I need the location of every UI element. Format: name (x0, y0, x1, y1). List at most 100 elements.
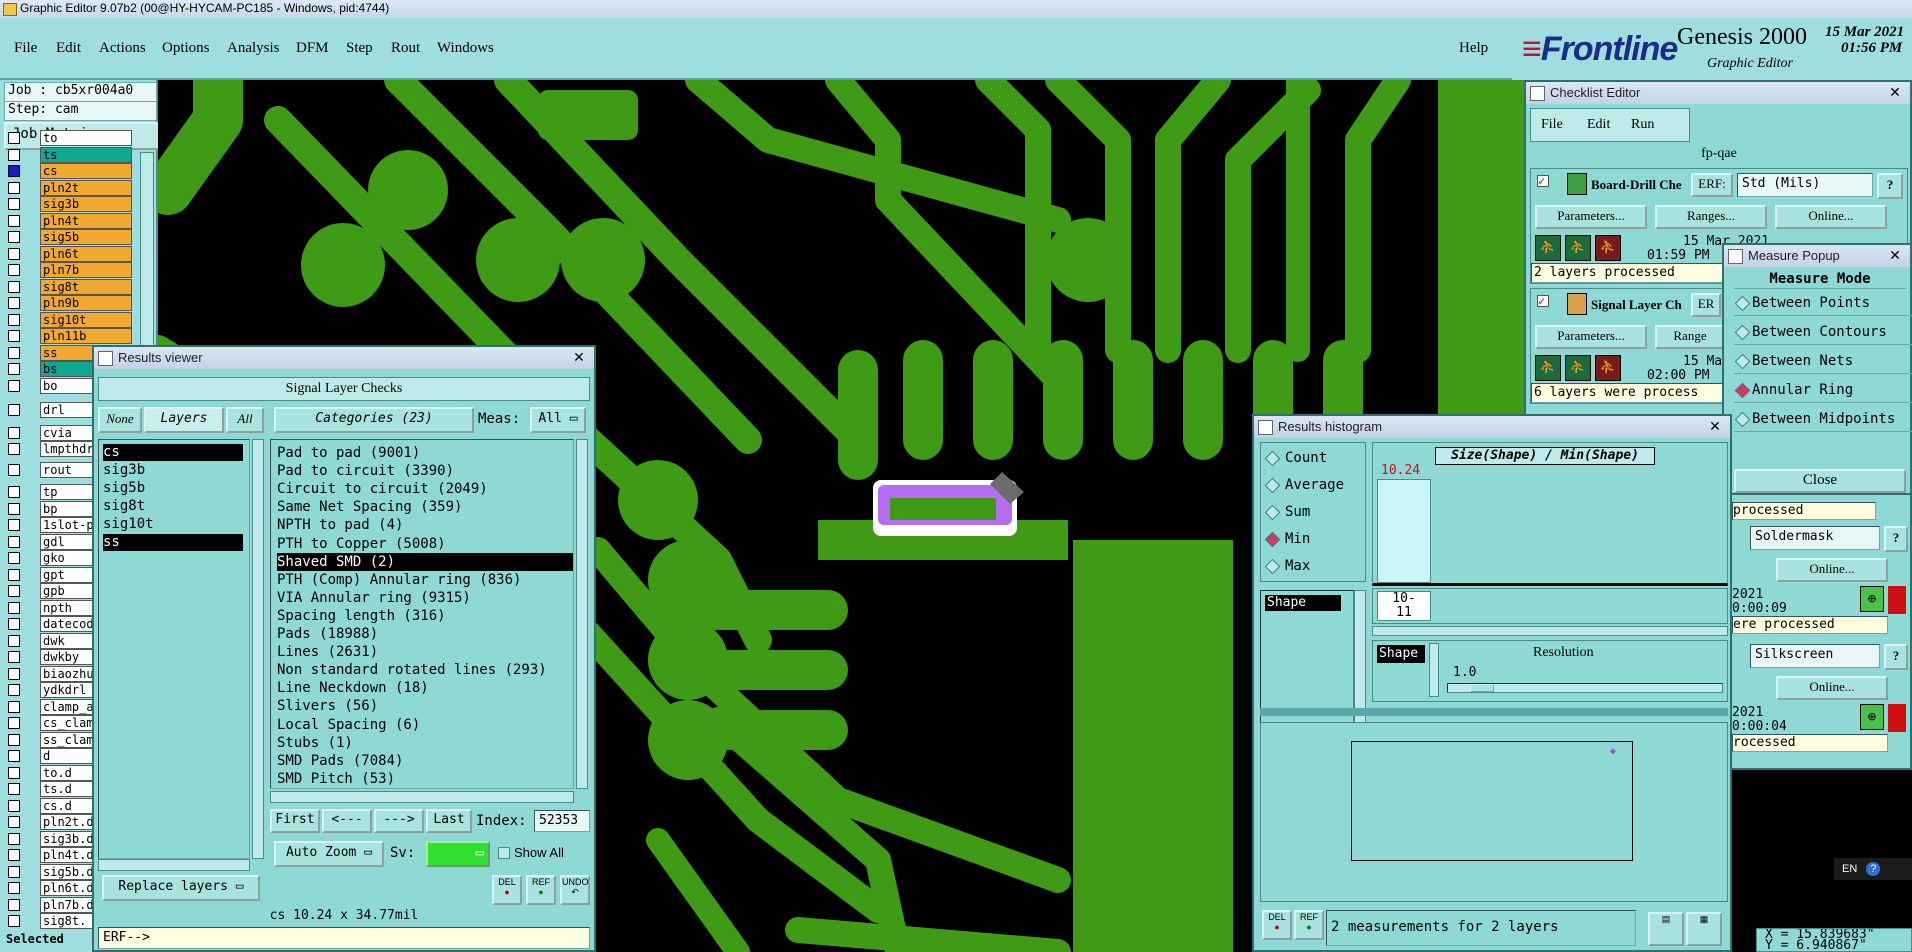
cl-menu-edit[interactable]: Edit (1587, 117, 1610, 133)
check-item-checkbox[interactable]: ✓ (1537, 295, 1549, 307)
close-icon[interactable]: ✕ (1706, 418, 1724, 434)
layers-scrollbar[interactable] (252, 439, 264, 859)
replace-layers-select[interactable]: Replace layers ▭ (102, 875, 260, 901)
category-item[interactable]: Shaved SMD (2) (277, 552, 573, 571)
result-layer-item[interactable]: sig3b (103, 462, 243, 479)
layer-checkbox[interactable] (8, 667, 20, 680)
menu-analysis[interactable]: Analysis (227, 40, 280, 57)
run-icon[interactable]: ⛹ (1565, 355, 1591, 381)
category-item[interactable]: PTH (Comp) Annular ring (836) (277, 571, 521, 589)
layer-row[interactable]: pln4t (6, 212, 132, 229)
none-button[interactable]: None (98, 407, 142, 433)
help-icon[interactable]: ? (1877, 173, 1903, 199)
layer-name[interactable]: sig5b (40, 229, 132, 245)
layer-row[interactable]: pln7b (6, 262, 132, 278)
category-item[interactable]: NPTH to pad (4) (277, 516, 403, 534)
layer-checkbox[interactable] (8, 264, 20, 276)
first-button[interactable]: First (270, 809, 320, 833)
menu-rout[interactable]: Rout (391, 40, 420, 57)
online-button[interactable]: Online... (1776, 676, 1888, 700)
histogram-titlebar[interactable]: Results histogram ✕ (1254, 416, 1730, 438)
menu-edit[interactable]: Edit (56, 40, 81, 57)
layer-row[interactable]: ts (6, 146, 132, 163)
run-icon[interactable]: ⛹ (1535, 235, 1561, 261)
layer-checkbox[interactable] (8, 733, 20, 746)
del-icon[interactable]: DEL● (1262, 910, 1292, 940)
result-layer-item[interactable]: sig5b (103, 480, 243, 497)
layer-name[interactable]: sig10t (40, 311, 132, 328)
layer-checkbox[interactable] (8, 148, 20, 161)
layer-checkbox[interactable] (8, 165, 20, 177)
layer-checkbox[interactable] (8, 898, 20, 911)
radio-diamond-icon[interactable] (1264, 558, 1281, 575)
radio-diamond-icon[interactable] (1734, 411, 1751, 428)
layer-checkbox[interactable] (8, 214, 20, 227)
run-icon[interactable]: ⛹ (1535, 355, 1561, 381)
radio-diamond-icon[interactable] (1734, 295, 1751, 312)
layer-checkbox[interactable] (8, 717, 20, 729)
layer-checkbox[interactable] (8, 700, 20, 713)
del-icon[interactable]: DEL● (492, 875, 522, 905)
layer-name[interactable]: sig8t (40, 278, 132, 295)
category-item[interactable]: Circuit to circuit (2049) (277, 480, 488, 498)
erf-label[interactable]: ER (1691, 293, 1721, 317)
parameters-button[interactable]: Parameters... (1535, 325, 1647, 349)
menu-help[interactable]: Help (1459, 40, 1488, 57)
layer-row[interactable]: pln11b (6, 328, 132, 344)
layer-row[interactable]: sig5b (6, 229, 132, 245)
category-item[interactable]: Pad to pad (9001) (277, 444, 420, 462)
layers-list[interactable]: cs sig3b sig5b sig8t sig10t ss (98, 439, 250, 859)
layer-checkbox[interactable] (8, 832, 20, 845)
menu-file[interactable]: File (14, 40, 37, 57)
layer-name[interactable]: pln9b (40, 295, 132, 311)
parameters-button[interactable]: Parameters... (1535, 205, 1647, 229)
layer-checkbox[interactable] (8, 568, 20, 581)
index-input[interactable]: 52353 (534, 810, 590, 832)
menu-dfm[interactable]: DFM (296, 40, 329, 57)
layer-checkbox[interactable] (8, 799, 20, 812)
layer-row[interactable]: to (6, 130, 132, 146)
measure-close-button[interactable]: Close (1734, 469, 1906, 493)
help-circle-icon[interactable]: ? (1866, 862, 1881, 876)
category-item[interactable]: SMD Pads (7084) (277, 752, 403, 770)
layer-name[interactable]: ts (40, 146, 132, 163)
layer-name[interactable]: pln7b (40, 262, 132, 278)
layer-row[interactable]: sig10t (6, 311, 132, 328)
layer-checkbox[interactable] (8, 783, 20, 795)
layer-checkbox[interactable] (8, 750, 20, 762)
layer-checkbox[interactable] (8, 132, 20, 144)
cl-menu-run[interactable]: Run (1631, 117, 1654, 133)
field-list-scrollbar[interactable] (1354, 590, 1366, 726)
layer-name[interactable]: pln4t (40, 212, 132, 229)
ranges-button[interactable]: Ranges... (1655, 205, 1767, 229)
measure-titlebar[interactable]: Measure Popup ✕ (1724, 245, 1910, 267)
help-icon[interactable]: ? (1884, 644, 1908, 670)
aggregate-option[interactable]: Max (1264, 555, 1310, 577)
zoom-icon[interactable]: ⊕ (1860, 704, 1884, 730)
layer-row[interactable]: sig8t (6, 278, 132, 295)
layer-checkbox[interactable] (8, 585, 20, 597)
shape-scrollbar[interactable] (1429, 643, 1439, 697)
erf-input[interactable]: ERF--> (98, 927, 590, 949)
erf-value[interactable]: Std (Mils) (1737, 173, 1873, 197)
results-viewer-titlebar[interactable]: Results viewer ✕ (94, 347, 594, 369)
close-icon[interactable]: ✕ (1886, 84, 1904, 100)
category-item[interactable]: Non standard rotated lines (293) (277, 661, 547, 679)
radio-diamond-icon[interactable] (1264, 531, 1281, 548)
layer-checkbox[interactable] (8, 766, 20, 779)
category-item[interactable]: Lines (2631) (277, 643, 378, 661)
layer-checkbox[interactable] (8, 915, 20, 927)
menu-options[interactable]: Options (162, 40, 210, 57)
next-button[interactable]: ---> (374, 809, 424, 833)
radio-diamond-icon[interactable] (1264, 477, 1281, 494)
checklist-titlebar[interactable]: Checklist Editor ✕ (1526, 82, 1910, 104)
layer-checkbox[interactable] (8, 181, 20, 194)
aggregate-option[interactable]: Sum (1264, 501, 1310, 523)
layer-checkbox[interactable] (8, 601, 20, 614)
histogram-hscrollbar[interactable] (1372, 626, 1728, 636)
layer-name[interactable]: to (40, 130, 132, 146)
layer-checkbox[interactable] (8, 634, 20, 647)
export-icon[interactable]: ▦ (1686, 912, 1722, 946)
layer-row[interactable]: sig3b (6, 196, 132, 212)
category-item[interactable]: Same Net Spacing (359) (277, 498, 462, 516)
